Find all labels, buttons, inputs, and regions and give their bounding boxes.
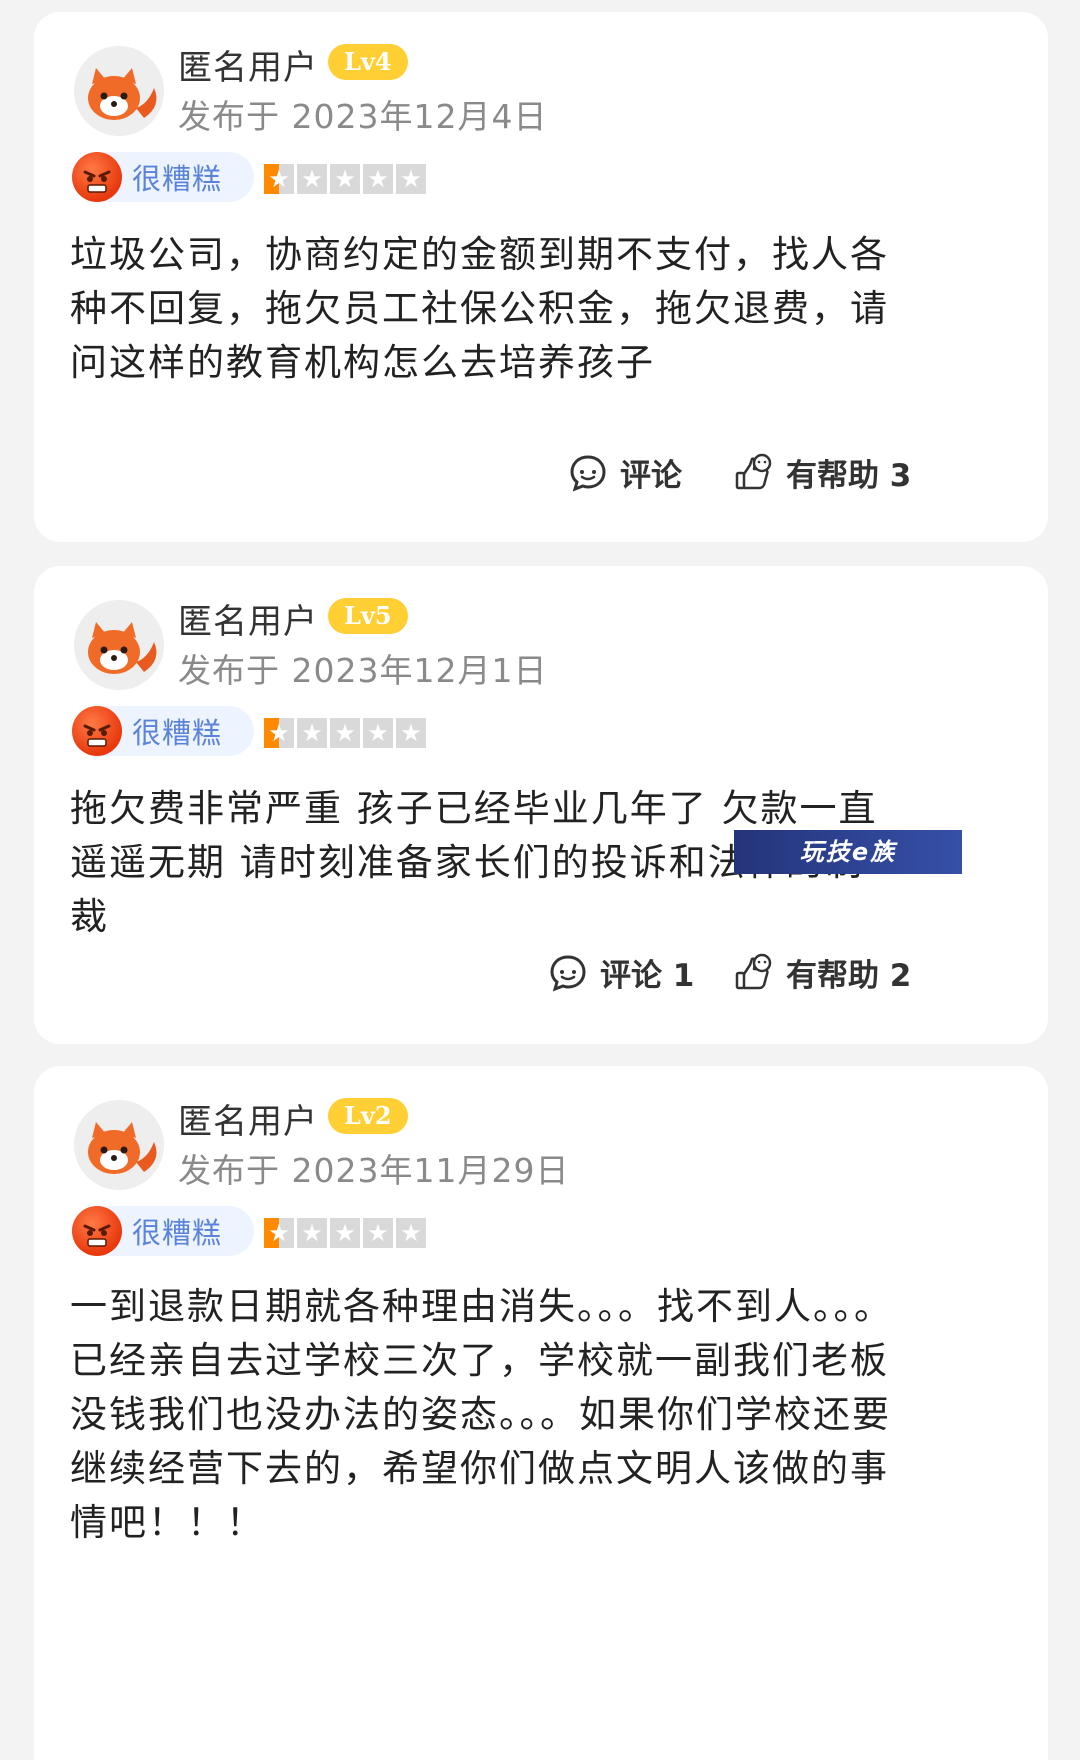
star-rating: ★ ★ ★ ★ ★	[264, 164, 426, 194]
star-rating: ★ ★ ★ ★ ★	[264, 1218, 426, 1248]
star-icon: ★	[297, 164, 327, 194]
rating-pill: 很糟糕	[72, 706, 254, 756]
review-card: 匿名用户 Lv5 发布于 2023年12月1日 很糟糕 ★ ★ ★ ★ ★ 拖欠…	[34, 566, 1048, 1044]
review-text: 一到退款日期就各种理由消失。。。找不到人。。。已经亲自去过学校三次了，学校就一副…	[70, 1285, 893, 1544]
star-icon: ★	[264, 718, 294, 748]
review-card: 匿名用户 Lv4 发布于 2023年12月4日 很糟糕 ★ ★ ★ ★ ★ 垃圾…	[34, 12, 1048, 542]
review-text: 垃圾公司，协商约定的金额到期不支付，找人各种不回复，拖欠员工社保公积金，拖欠退费…	[70, 233, 889, 384]
star-icon: ★	[330, 718, 360, 748]
red-panda-avatar-icon	[74, 1100, 164, 1190]
star-icon: ★	[363, 718, 393, 748]
star-icon: ★	[330, 1218, 360, 1248]
star-icon: ★	[264, 164, 294, 194]
level-badge: Lv4	[328, 44, 408, 80]
angry-face-icon	[72, 152, 122, 202]
post-date: 发布于 2023年11月29日	[178, 1151, 570, 1190]
rating-label: 很糟糕	[132, 1216, 223, 1250]
comment-label: 评论 1	[600, 958, 695, 994]
review-card: 匿名用户 Lv2 发布于 2023年11月29日 很糟糕 ★ ★ ★ ★ ★ 一…	[34, 1066, 1048, 1760]
comment-label: 评论	[620, 458, 682, 494]
star-icon: ★	[297, 718, 327, 748]
comment-button[interactable]: 评论 1	[548, 950, 694, 995]
star-icon: ★	[297, 1218, 327, 1248]
star-icon: ★	[330, 164, 360, 194]
red-panda-avatar-icon	[74, 600, 164, 690]
username: 匿名用户	[178, 1102, 318, 1142]
angry-face-icon	[72, 706, 122, 756]
rating-pill: 很糟糕	[72, 1206, 254, 1256]
angry-face-icon	[72, 1206, 122, 1256]
comment-icon	[550, 954, 586, 991]
star-icon: ★	[363, 1218, 393, 1248]
level-badge: Lv2	[328, 1098, 408, 1134]
helpful-label: 有帮助 3	[786, 458, 912, 494]
star-icon: ★	[264, 1218, 294, 1248]
comment-icon	[570, 454, 606, 491]
star-icon: ★	[363, 164, 393, 194]
star-icon: ★	[396, 164, 426, 194]
rating-label: 很糟糕	[132, 162, 223, 196]
avatar[interactable]	[74, 1100, 164, 1190]
comment-button[interactable]: 评论	[568, 450, 682, 495]
thumbs-up-icon	[735, 953, 772, 989]
avatar[interactable]	[74, 46, 164, 136]
red-panda-avatar-icon	[74, 46, 164, 136]
star-icon: ★	[396, 718, 426, 748]
rating-label: 很糟糕	[132, 716, 223, 750]
username: 匿名用户	[178, 602, 318, 642]
helpful-button[interactable]: 有帮助 2	[734, 950, 911, 995]
star-icon: ★	[396, 1218, 426, 1248]
post-date: 发布于 2023年12月1日	[178, 651, 548, 690]
username: 匿名用户	[178, 48, 318, 88]
avatar[interactable]	[74, 600, 164, 690]
top-strip	[0, 0, 1080, 12]
watermark-banner: 玩技e族	[734, 830, 962, 874]
helpful-label: 有帮助 2	[786, 958, 912, 994]
thumbs-up-icon	[735, 453, 772, 489]
post-date: 发布于 2023年12月4日	[178, 97, 548, 136]
star-rating: ★ ★ ★ ★ ★	[264, 718, 426, 748]
rating-pill: 很糟糕	[72, 152, 254, 202]
helpful-button[interactable]: 有帮助 3	[734, 450, 911, 495]
level-badge: Lv5	[328, 598, 408, 634]
